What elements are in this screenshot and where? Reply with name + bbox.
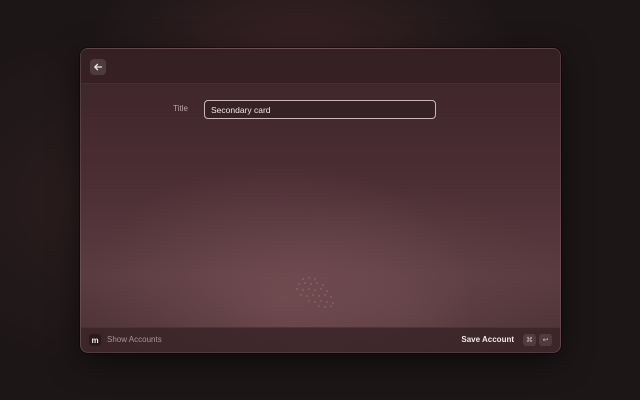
title-input[interactable] (204, 100, 436, 119)
back-button[interactable] (90, 59, 106, 75)
window-header (81, 49, 560, 84)
title-field-row: Title (81, 100, 560, 120)
command-key-icon: ⌘ (523, 334, 536, 346)
return-key-icon: ↩ (539, 334, 552, 346)
arrow-left-icon (94, 63, 103, 71)
app-logo-icon[interactable]: m (89, 334, 101, 346)
decorative-dot-pattern (296, 277, 334, 308)
title-label: Title (173, 104, 188, 113)
save-account-button[interactable]: Save Account (461, 335, 514, 344)
show-accounts-button[interactable]: Show Accounts (107, 335, 162, 344)
account-form-window: Title m Show Accounts Save Account ⌘ ↩ (80, 48, 561, 353)
action-bar: m Show Accounts Save Account ⌘ ↩ (81, 327, 560, 352)
